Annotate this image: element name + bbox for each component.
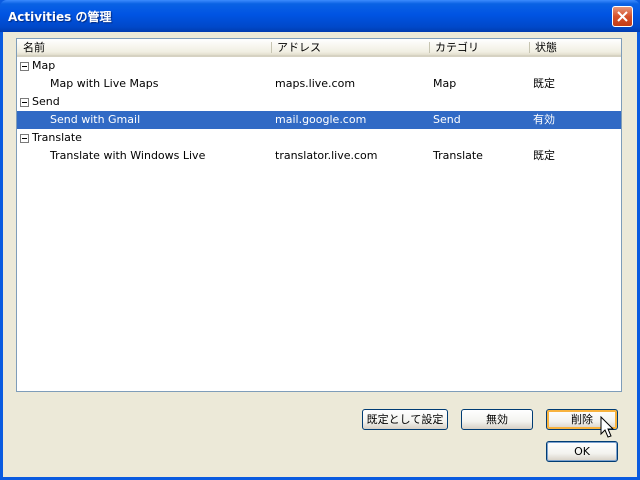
item-address: translator.live.com <box>275 149 378 162</box>
collapse-icon[interactable] <box>20 98 29 107</box>
item-name: Map with Live Maps <box>50 77 159 90</box>
disable-button[interactable]: 無効 <box>461 409 533 430</box>
item-address: mail.google.com <box>275 113 367 126</box>
list-item[interactable]: Translate with Windows Live translator.l… <box>17 147 621 165</box>
close-button[interactable] <box>612 6 633 27</box>
column-header-name[interactable]: 名前 <box>17 39 271 56</box>
dialog-client: 名前 アドレス カテゴリ 状態 Map Map with Live Maps m… <box>3 32 637 477</box>
window-title: Activities の管理 <box>8 10 112 24</box>
mouse-cursor-icon <box>600 416 615 438</box>
item-address: maps.live.com <box>275 77 356 90</box>
list-header: 名前 アドレス カテゴリ 状態 <box>17 39 621 57</box>
collapse-icon[interactable] <box>20 134 29 143</box>
list-item[interactable]: Map with Live Maps maps.live.com Map 既定 <box>17 75 621 93</box>
activities-list[interactable]: 名前 アドレス カテゴリ 状態 Map Map with Live Maps m… <box>16 38 622 392</box>
item-category: Send <box>433 113 461 126</box>
item-category: Translate <box>433 149 483 162</box>
item-status: 既定 <box>533 149 555 162</box>
item-name: Translate with Windows Live <box>50 149 206 162</box>
column-header-address[interactable]: アドレス <box>271 39 429 56</box>
item-status: 有効 <box>533 113 555 126</box>
column-header-status[interactable]: 状態 <box>529 39 621 56</box>
group-label: Send <box>32 95 60 108</box>
list-item-selected[interactable]: Send with Gmail mail.google.com Send 有効 <box>17 111 621 129</box>
collapse-icon[interactable] <box>20 62 29 71</box>
dialog-window: Activities の管理 名前 アドレス カテゴリ 状態 Map Map w… <box>0 0 640 480</box>
title-bar[interactable]: Activities の管理 <box>0 0 640 32</box>
group-label: Translate <box>32 131 82 144</box>
item-category: Map <box>433 77 457 90</box>
group-row-translate[interactable]: Translate <box>17 129 621 147</box>
item-name: Send with Gmail <box>50 113 141 126</box>
column-header-category[interactable]: カテゴリ <box>429 39 529 56</box>
group-label: Map <box>32 59 56 72</box>
group-row-map[interactable]: Map <box>17 57 621 75</box>
close-icon <box>617 11 628 22</box>
item-status: 既定 <box>533 77 555 90</box>
set-default-button[interactable]: 既定として設定 <box>362 409 448 430</box>
group-row-send[interactable]: Send <box>17 93 621 111</box>
list-rows: Map Map with Live Maps maps.live.com Map… <box>17 57 621 165</box>
ok-button[interactable]: OK <box>546 441 618 462</box>
